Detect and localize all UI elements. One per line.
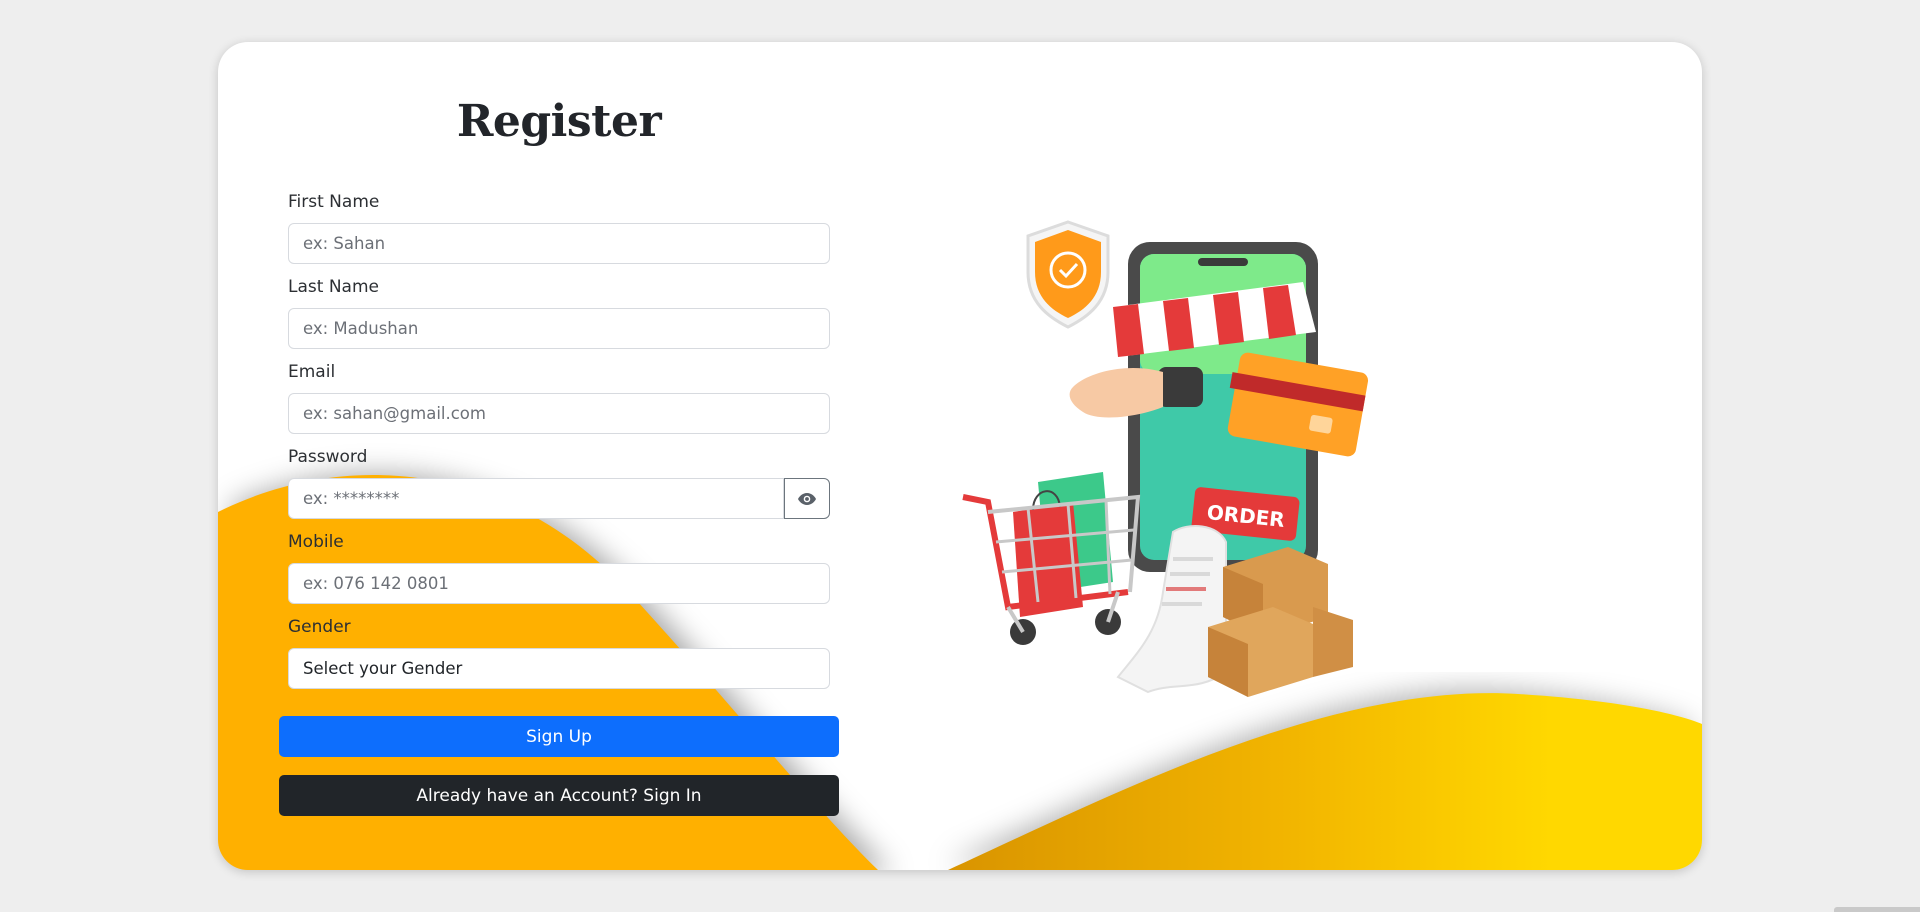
gender-select-value: Select your Gender — [303, 659, 463, 678]
first-name-input[interactable] — [288, 223, 830, 264]
sign-up-button[interactable]: Sign Up — [279, 716, 839, 757]
last-name-label: Last Name — [288, 277, 379, 297]
mobile-input[interactable] — [288, 563, 830, 604]
email-label: Email — [288, 362, 336, 382]
shield-icon — [1026, 220, 1110, 329]
password-toggle-button[interactable] — [784, 478, 830, 519]
mobile-label: Mobile — [288, 532, 344, 552]
page-title: Register — [456, 96, 662, 147]
boxes-graphic — [1208, 547, 1353, 697]
first-name-label: First Name — [288, 192, 380, 212]
last-name-input[interactable] — [288, 308, 830, 349]
password-input[interactable] — [288, 478, 784, 519]
gender-label: Gender — [288, 617, 351, 637]
register-form: Register First Name Last Name Email Pass… — [279, 42, 839, 870]
shopping-illustration: ORDER — [962, 220, 1369, 697]
email-input[interactable] — [288, 393, 830, 434]
scrollbar-thumb[interactable] — [1834, 907, 1920, 912]
sign-in-button[interactable]: Already have an Account? Sign In — [279, 775, 839, 816]
eye-icon — [798, 492, 816, 505]
register-card: Register First Name Last Name Email Pass… — [218, 42, 1702, 870]
gender-select[interactable]: Select your Gender — [288, 648, 830, 689]
password-label: Password — [288, 447, 368, 467]
